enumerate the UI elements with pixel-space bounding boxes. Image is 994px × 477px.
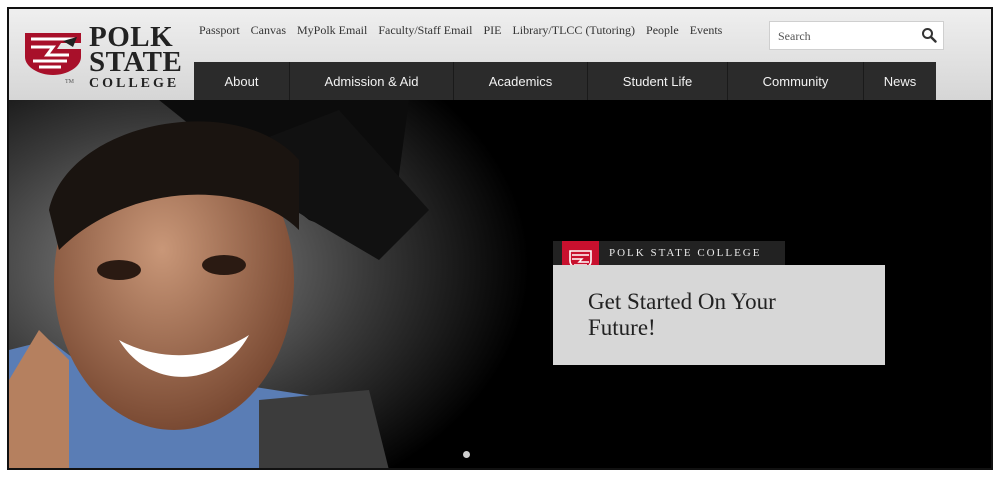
link-faculty-staff-email[interactable]: Faculty/Staff Email (378, 23, 472, 38)
link-library-tlcc[interactable]: Library/TLCC (Tutoring) (512, 23, 635, 38)
link-passport[interactable]: Passport (199, 23, 240, 38)
logo-line-2: STATE (89, 46, 183, 78)
college-logo[interactable]: TM POLK STATE COLLEGE (15, 17, 185, 95)
logo-line-3: COLLEGE (89, 76, 180, 91)
trademark-label: TM (65, 79, 74, 85)
browser-frame: TM POLK STATE COLLEGE Passport Canvas My… (7, 7, 993, 470)
utility-links: Passport Canvas MyPolk Email Faculty/Sta… (199, 23, 733, 38)
nav-admission-aid[interactable]: Admission & Aid (290, 62, 454, 100)
hero-slider[interactable]: POLK STATE COLLEGE Get Started On Your F… (9, 100, 991, 468)
nav-academics[interactable]: Academics (454, 62, 588, 100)
link-people[interactable]: People (646, 23, 679, 38)
search-icon[interactable] (921, 27, 937, 43)
nav-news[interactable]: News (864, 62, 936, 100)
site-header: TM POLK STATE COLLEGE Passport Canvas My… (9, 9, 991, 100)
graduate-photo (9, 100, 529, 468)
main-nav: About Admission & Aid Academics Student … (194, 62, 936, 100)
search-input[interactable] (776, 23, 910, 50)
link-mypolk-email[interactable]: MyPolk Email (297, 23, 367, 38)
hero-callout[interactable]: Get Started On Your Future! (553, 265, 885, 365)
slide-indicator-dot[interactable] (463, 451, 470, 458)
badge-label: POLK STATE COLLEGE (609, 247, 762, 259)
logo-wordmark: POLK STATE COLLEGE (89, 23, 182, 91)
nav-community[interactable]: Community (728, 62, 864, 100)
link-pie[interactable]: PIE (483, 23, 501, 38)
shield-logo-icon (25, 33, 81, 75)
link-events[interactable]: Events (690, 23, 723, 38)
link-canvas[interactable]: Canvas (251, 23, 286, 38)
search-box (769, 21, 944, 50)
nav-about[interactable]: About (194, 62, 290, 100)
hero-title: Get Started On Your Future! (588, 289, 776, 341)
nav-student-life[interactable]: Student Life (588, 62, 728, 100)
